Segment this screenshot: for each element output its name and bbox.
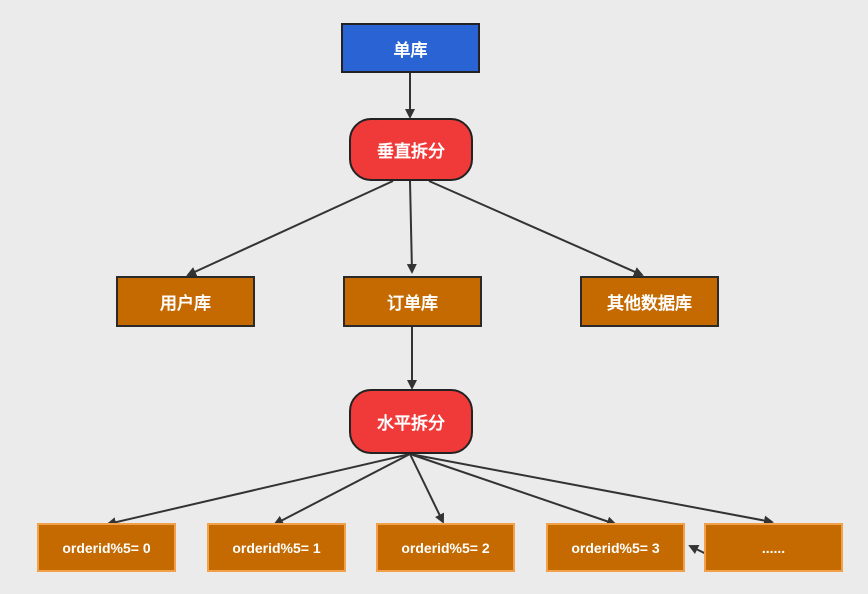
edge-horizontal-to-shard-3: [409, 453, 617, 527]
user-db-node: 用户库: [116, 276, 255, 327]
edge-horizontal-to-shard-0: [106, 453, 411, 528]
shard-node-1: orderid%5= 1: [207, 523, 346, 572]
vertical-split-node: 垂直拆分: [349, 118, 473, 181]
shard-node-3: orderid%5= 3: [546, 523, 685, 572]
shard-node-0: orderid%5= 0: [37, 523, 176, 572]
edge-vertical-to-user: [186, 180, 394, 277]
edge-vertical-to-order: [406, 180, 417, 274]
single-db-node: 单库: [341, 23, 480, 73]
other-db-node: 其他数据库: [580, 276, 719, 327]
edge-horizontal-to-shard-1: [273, 453, 411, 525]
horizontal-split-node: 水平拆分: [349, 389, 473, 454]
edge-horizontal-to-shard-more: [409, 453, 774, 526]
edge-vertical-to-other: [428, 180, 644, 277]
shard-node-more: ......: [704, 523, 843, 572]
shard-node-2: orderid%5= 2: [376, 523, 515, 572]
order-db-node: 订单库: [343, 276, 482, 327]
